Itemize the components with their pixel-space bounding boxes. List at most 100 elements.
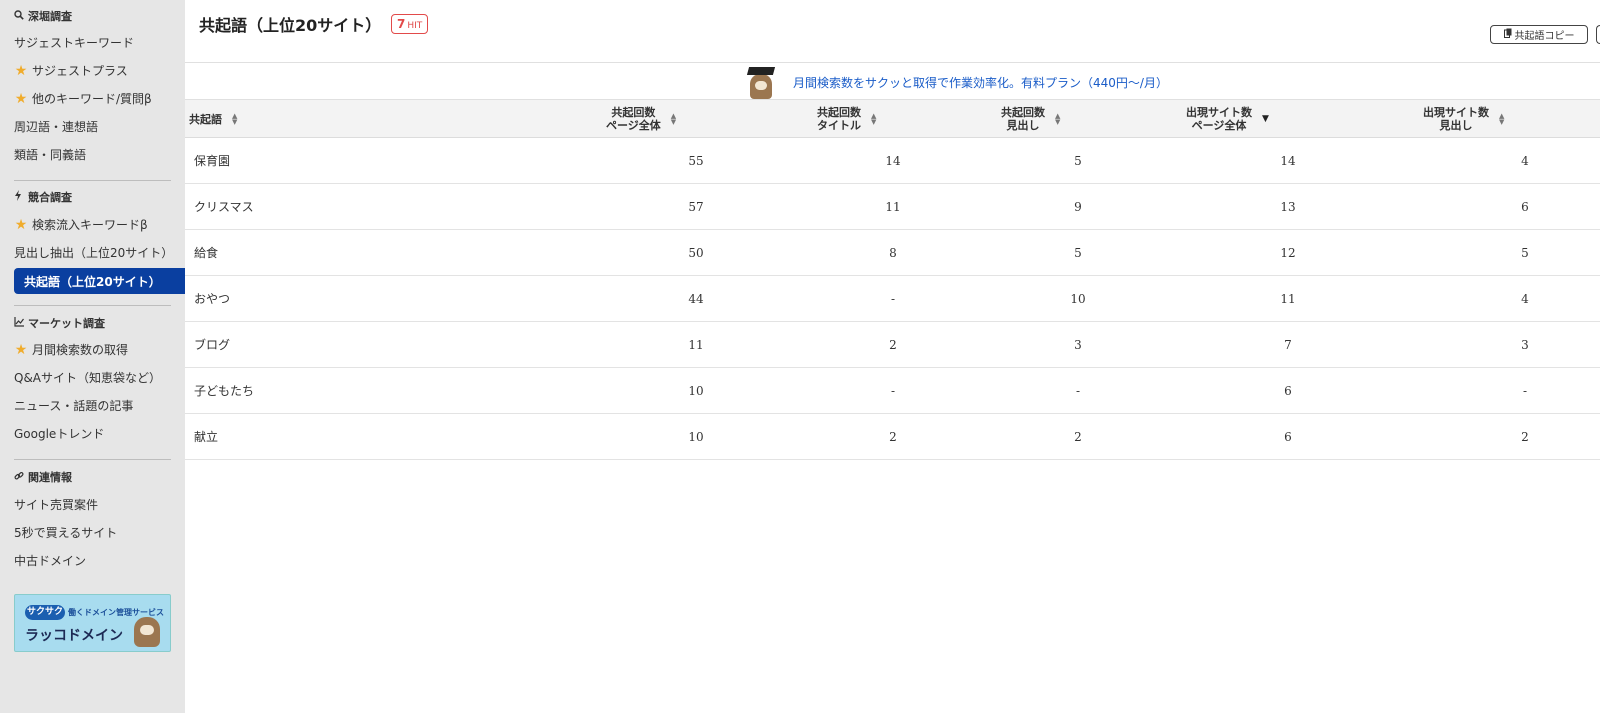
- sort-icon: ▲ ▼: [1499, 112, 1505, 126]
- chart-icon: [14, 316, 28, 330]
- nav-label: サジェストプラス: [32, 64, 128, 78]
- main-content: 共起語（上位20サイト） 7 HIT 共起語コピー 月間検索数をサクッと取得で作業…: [185, 0, 1600, 713]
- table-row: 献立 10 2 2 6 2: [185, 414, 1600, 460]
- column-label: 共起回数 見出し: [1001, 106, 1045, 132]
- column-header-word[interactable]: 共起語 ▲ ▼: [189, 100, 237, 138]
- nav-monthly-volume[interactable]: ★ 月間検索数の取得: [14, 341, 128, 358]
- cell-count-page: 50: [688, 246, 704, 260]
- nav-suggest-plus[interactable]: ★ サジェストプラス: [14, 62, 128, 79]
- promo-bar: 月間検索数をサクッと取得で作業効率化。有料プラン（440円〜/月）: [185, 62, 1600, 100]
- cell-count-heading: -: [1075, 384, 1081, 398]
- truncated-button[interactable]: [1596, 25, 1600, 44]
- cell-count-title: 14: [885, 154, 901, 168]
- cell-sites-page: 6: [1284, 430, 1292, 444]
- nav-google-trends[interactable]: Googleトレンド: [14, 425, 104, 442]
- cell-count-title: 8: [889, 246, 897, 260]
- nav-label: サイト売買案件: [14, 498, 99, 512]
- cell-count-page: 44: [688, 292, 704, 306]
- nav-qa-sites[interactable]: Q&Aサイト（知恵袋など）: [14, 369, 161, 386]
- nav-other-keywords[interactable]: ★ 他のキーワード/質問β: [14, 90, 152, 107]
- cell-count-title: 2: [889, 338, 897, 352]
- rakko-domain-banner[interactable]: サクサク 働くドメイン管理サービス ラッコドメイン: [14, 594, 171, 652]
- section-header-market: マーケット調査: [14, 315, 105, 331]
- table-header: 共起語 ▲ ▼ 共起回数 ページ全体 ▲ ▼ 共起回数 タイトル ▲ ▼ 共起回数 見出し …: [185, 100, 1600, 138]
- cell-sites-heading: 4: [1521, 292, 1529, 306]
- hit-unit: HIT: [407, 21, 423, 31]
- cell-count-page: 55: [688, 154, 704, 168]
- nav-label: 他のキーワード/質問β: [32, 92, 152, 106]
- column-label: 共起語: [189, 112, 222, 126]
- cell-sites-page: 14: [1280, 154, 1296, 168]
- table-row: 子どもたち 10 - - 6 -: [185, 368, 1600, 414]
- cell-sites-heading: 4: [1521, 154, 1529, 168]
- cell-word: クリスマス: [194, 200, 254, 214]
- nav-label: Q&Aサイト（知恵袋など）: [14, 371, 162, 385]
- column-header-sites-page[interactable]: 出現サイト数 ページ全体 ▼: [1186, 100, 1269, 138]
- cell-count-title: -: [890, 384, 896, 398]
- nav-label: Googleトレンド: [14, 427, 105, 441]
- cell-count-title: 11: [885, 200, 901, 214]
- cell-count-heading: 10: [1070, 292, 1086, 306]
- nav-heading-extract[interactable]: 見出し抽出（上位20サイト）: [14, 244, 173, 261]
- column-label: 共起回数 タイトル: [817, 106, 861, 132]
- nav-used-domains[interactable]: 中古ドメイン: [14, 552, 86, 569]
- column-header-count-page[interactable]: 共起回数 ページ全体 ▲ ▼: [606, 100, 676, 138]
- cell-sites-heading: 5: [1521, 246, 1529, 260]
- cell-count-heading: 3: [1074, 338, 1082, 352]
- page-title: 共起語（上位20サイト）: [199, 16, 382, 35]
- otter-mascot-icon: [134, 617, 160, 647]
- cell-count-heading: 5: [1074, 154, 1082, 168]
- cell-count-heading: 9: [1074, 200, 1082, 214]
- nav-suggest-keyword[interactable]: サジェストキーワード: [14, 34, 134, 51]
- nav-label: 類語・同義語: [14, 148, 87, 162]
- cell-count-page: 11: [688, 338, 704, 352]
- cell-count-heading: 2: [1074, 430, 1082, 444]
- nav-label: 中古ドメイン: [14, 554, 87, 568]
- section-title: マーケット調査: [28, 317, 105, 330]
- nav-label: ニュース・話題の記事: [14, 399, 134, 413]
- cell-sites-page: 12: [1280, 246, 1296, 260]
- sort-icon: ▲ ▼: [232, 112, 238, 126]
- column-label: 出現サイト数 ページ全体: [1186, 106, 1252, 132]
- nav-site-trade[interactable]: サイト売買案件: [14, 496, 98, 513]
- sidebar: 深堀調査 サジェストキーワード ★ サジェストプラス ★ 他のキーワード/質問β 周…: [0, 0, 185, 713]
- column-header-sites-heading[interactable]: 出現サイト数 見出し ▲ ▼: [1423, 100, 1504, 138]
- sort-icon: ▲ ▼: [1055, 112, 1061, 126]
- nav-synonyms[interactable]: 類語・同義語: [14, 146, 86, 163]
- nav-related-words[interactable]: 周辺語・連想語: [14, 118, 98, 135]
- nav-5sec-sites[interactable]: 5秒で買えるサイト: [14, 524, 117, 541]
- nav-label: 周辺語・連想語: [14, 120, 99, 134]
- table-row: クリスマス 57 11 9 13 6: [185, 184, 1600, 230]
- cell-word: ブログ: [194, 338, 231, 352]
- column-header-count-title[interactable]: 共起回数 タイトル ▲ ▼: [817, 100, 876, 138]
- table-row: ブログ 11 2 3 7 3: [185, 322, 1600, 368]
- cell-sites-heading: 3: [1521, 338, 1529, 352]
- copy-cooccurrence-button[interactable]: 共起語コピー: [1490, 25, 1588, 44]
- section-title: 関連情報: [28, 471, 72, 484]
- paid-plan-link[interactable]: 月間検索数をサクッと取得で作業効率化。有料プラン（440円〜/月）: [793, 74, 1168, 91]
- nav-cooccurrence-active[interactable]: 共起語（上位20サイト）: [14, 268, 185, 294]
- hit-count-badge: 7 HIT: [391, 14, 429, 34]
- nav-search-inflow-keywords[interactable]: ★ 検索流入キーワードβ: [14, 216, 148, 233]
- banner-tag: サクサク: [25, 605, 65, 620]
- column-header-count-heading[interactable]: 共起回数 見出し ▲ ▼: [1001, 100, 1060, 138]
- cell-count-page: 10: [688, 430, 704, 444]
- hit-count: 7: [397, 17, 406, 31]
- nav-label: サジェストキーワード: [14, 36, 135, 50]
- section-title: 競合調査: [28, 191, 72, 204]
- cell-count-title: -: [890, 292, 896, 306]
- cell-sites-heading: -: [1522, 384, 1528, 398]
- section-header-competitor: 競合調査: [14, 189, 72, 205]
- nav-label: 共起語（上位20サイト）: [24, 274, 161, 289]
- copy-icon: [1503, 28, 1512, 41]
- nav-label: 5秒で買えるサイト: [14, 526, 118, 540]
- cell-sites-page: 13: [1280, 200, 1296, 214]
- nav-news[interactable]: ニュース・話題の記事: [14, 397, 133, 414]
- cell-sites-page: 6: [1284, 384, 1292, 398]
- cell-word: 子どもたち: [194, 384, 255, 398]
- lightning-icon: [14, 190, 28, 204]
- copy-button-label: 共起語コピー: [1514, 31, 1575, 42]
- link-icon: [14, 471, 28, 484]
- cell-count-page: 57: [688, 200, 704, 214]
- cell-count-heading: 5: [1074, 246, 1082, 260]
